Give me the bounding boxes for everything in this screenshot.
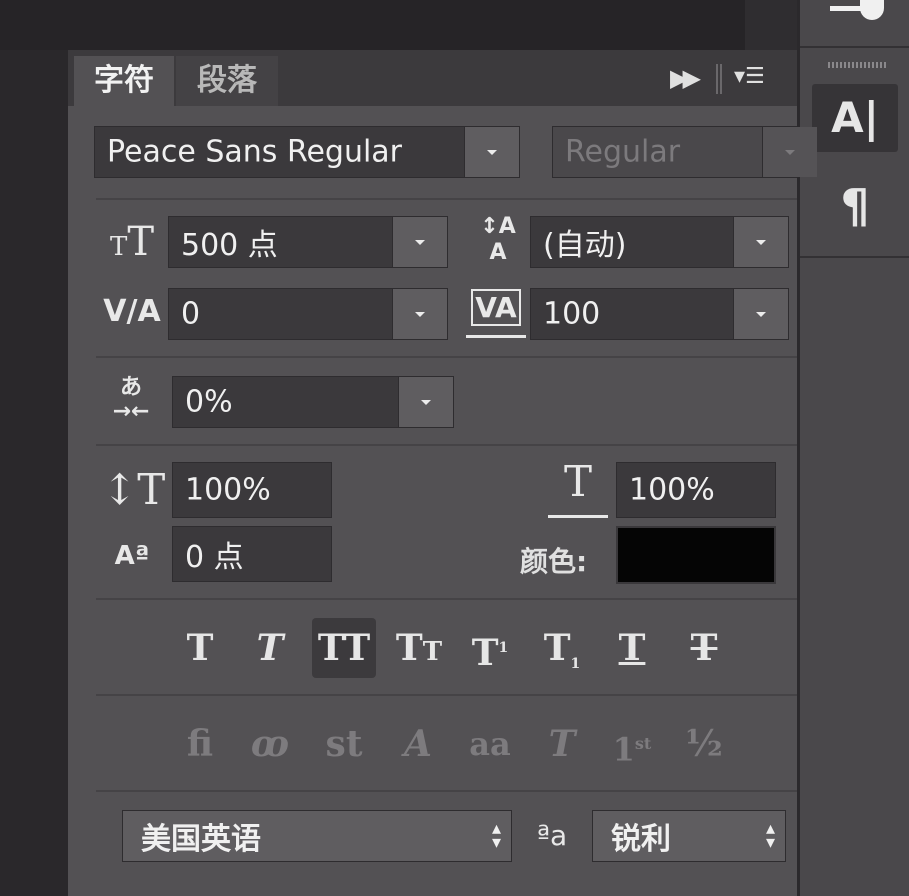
chevron-down-icon[interactable] <box>733 217 788 267</box>
panel-tab-bar: 字符 段落 ▶▶ ▾☰ <box>68 50 797 106</box>
paragraph-panel-icon[interactable]: ¶ <box>812 176 898 236</box>
horizontal-scale-field[interactable]: 100% <box>616 462 776 518</box>
anti-aliasing-value: 锐利 <box>611 822 671 857</box>
toolbar-divider <box>800 46 909 48</box>
leading-field[interactable]: (自动) <box>530 216 789 268</box>
divider <box>96 444 797 446</box>
ordinals-button[interactable]: 1st <box>602 714 662 774</box>
toolbar-grip[interactable] <box>828 62 886 68</box>
chevron-down-icon[interactable] <box>392 289 447 339</box>
divider <box>96 694 797 696</box>
canvas-area <box>0 50 68 896</box>
vertical-scale-icon: ↕T <box>102 465 166 514</box>
underline-button[interactable]: T <box>602 618 662 678</box>
leading-value: (自动) <box>543 228 627 263</box>
kerning-value: 0 <box>181 296 201 332</box>
chevron-down-icon[interactable] <box>464 127 519 177</box>
standard-ligatures-button[interactable]: fi <box>170 714 230 774</box>
baseline-shift-field[interactable]: 0 点 <box>172 526 332 582</box>
horizontal-scale-value: 100% <box>629 472 715 508</box>
font-size-value: 500 点 <box>181 228 278 263</box>
horizontal-scale-icon: T <box>548 458 608 518</box>
tsume-icon: あ →← <box>112 375 150 424</box>
vertical-scale-value: 100% <box>185 472 271 508</box>
fractions-button[interactable]: ½ <box>674 714 734 774</box>
chevron-down-icon[interactable] <box>762 127 817 177</box>
subscript-button[interactable]: T1 <box>532 618 592 678</box>
tab-paragraph[interactable]: 段落 <box>176 56 278 106</box>
leading-icon: ↕A A <box>480 214 516 265</box>
divider <box>96 598 797 600</box>
document-area-edge <box>745 0 800 50</box>
kerning-field[interactable]: 0 <box>168 288 448 340</box>
character-panel-icon[interactable]: A| <box>812 84 898 152</box>
up-down-arrows-icon: ▴ ▾ <box>765 818 775 853</box>
document-area-top <box>0 0 800 50</box>
font-size-field[interactable]: 500 点 <box>168 216 448 268</box>
language-value: 美国英语 <box>141 822 261 857</box>
anti-aliasing-icon: ªa <box>536 819 568 852</box>
tsume-field[interactable]: 0% <box>172 376 454 428</box>
all-caps-button[interactable]: TT <box>312 618 376 678</box>
faux-italic-button[interactable]: T <box>240 618 300 678</box>
toolbar-divider <box>800 256 909 258</box>
chevron-down-icon[interactable] <box>392 217 447 267</box>
slider-icon[interactable] <box>830 0 890 24</box>
tracking-icon: VA <box>466 286 526 338</box>
small-caps-button[interactable]: TT <box>386 618 452 678</box>
color-label: 颜色: <box>520 545 588 578</box>
swash-button[interactable]: A <box>388 714 448 774</box>
font-style-value: Regular <box>565 134 681 170</box>
vertical-scale-field[interactable]: 100% <box>172 462 332 518</box>
language-select[interactable]: 美国英语 ▴ ▾ <box>122 810 512 862</box>
chevron-down-icon[interactable] <box>398 377 453 427</box>
stylistic-alternates-button[interactable]: aa <box>460 714 520 774</box>
character-panel: 字符 段落 ▶▶ ▾☰ Peace Sans Regular Regular T… <box>68 50 817 896</box>
divider <box>96 356 797 358</box>
chevron-down-icon[interactable] <box>733 289 788 339</box>
strikethrough-button[interactable]: T <box>674 618 734 678</box>
kerning-icon: V/A <box>103 294 161 329</box>
faux-bold-button[interactable]: T <box>170 618 230 678</box>
tab-character[interactable]: 字符 <box>74 56 174 106</box>
baseline-shift-value: 0 点 <box>185 540 244 575</box>
collapse-icon[interactable]: ▶▶ <box>670 64 701 92</box>
tab-bar-grip <box>716 64 722 94</box>
font-family-select[interactable]: Peace Sans Regular <box>94 126 520 178</box>
tsume-value: 0% <box>185 384 233 420</box>
color-swatch[interactable] <box>616 526 776 584</box>
font-style-select[interactable]: Regular <box>552 126 817 178</box>
discretionary-ligatures-button[interactable]: st <box>314 714 374 774</box>
baseline-shift-icon: Aª <box>114 541 150 571</box>
tracking-field[interactable]: 100 <box>530 288 789 340</box>
up-down-arrows-icon: ▴ ▾ <box>491 818 501 853</box>
anti-aliasing-select[interactable]: 锐利 ▴ ▾ <box>592 810 786 862</box>
font-size-icon: TT <box>109 219 155 265</box>
font-family-value: Peace Sans Regular <box>107 134 403 170</box>
tracking-value: 100 <box>543 296 601 332</box>
superscript-button[interactable]: T1 <box>460 618 520 678</box>
titling-alternates-button[interactable]: T <box>532 714 592 774</box>
divider <box>96 198 797 200</box>
divider <box>96 790 797 792</box>
panel-menu-icon[interactable]: ▾☰ <box>734 64 765 89</box>
contextual-alternates-button[interactable]: ꝏ <box>240 714 300 774</box>
